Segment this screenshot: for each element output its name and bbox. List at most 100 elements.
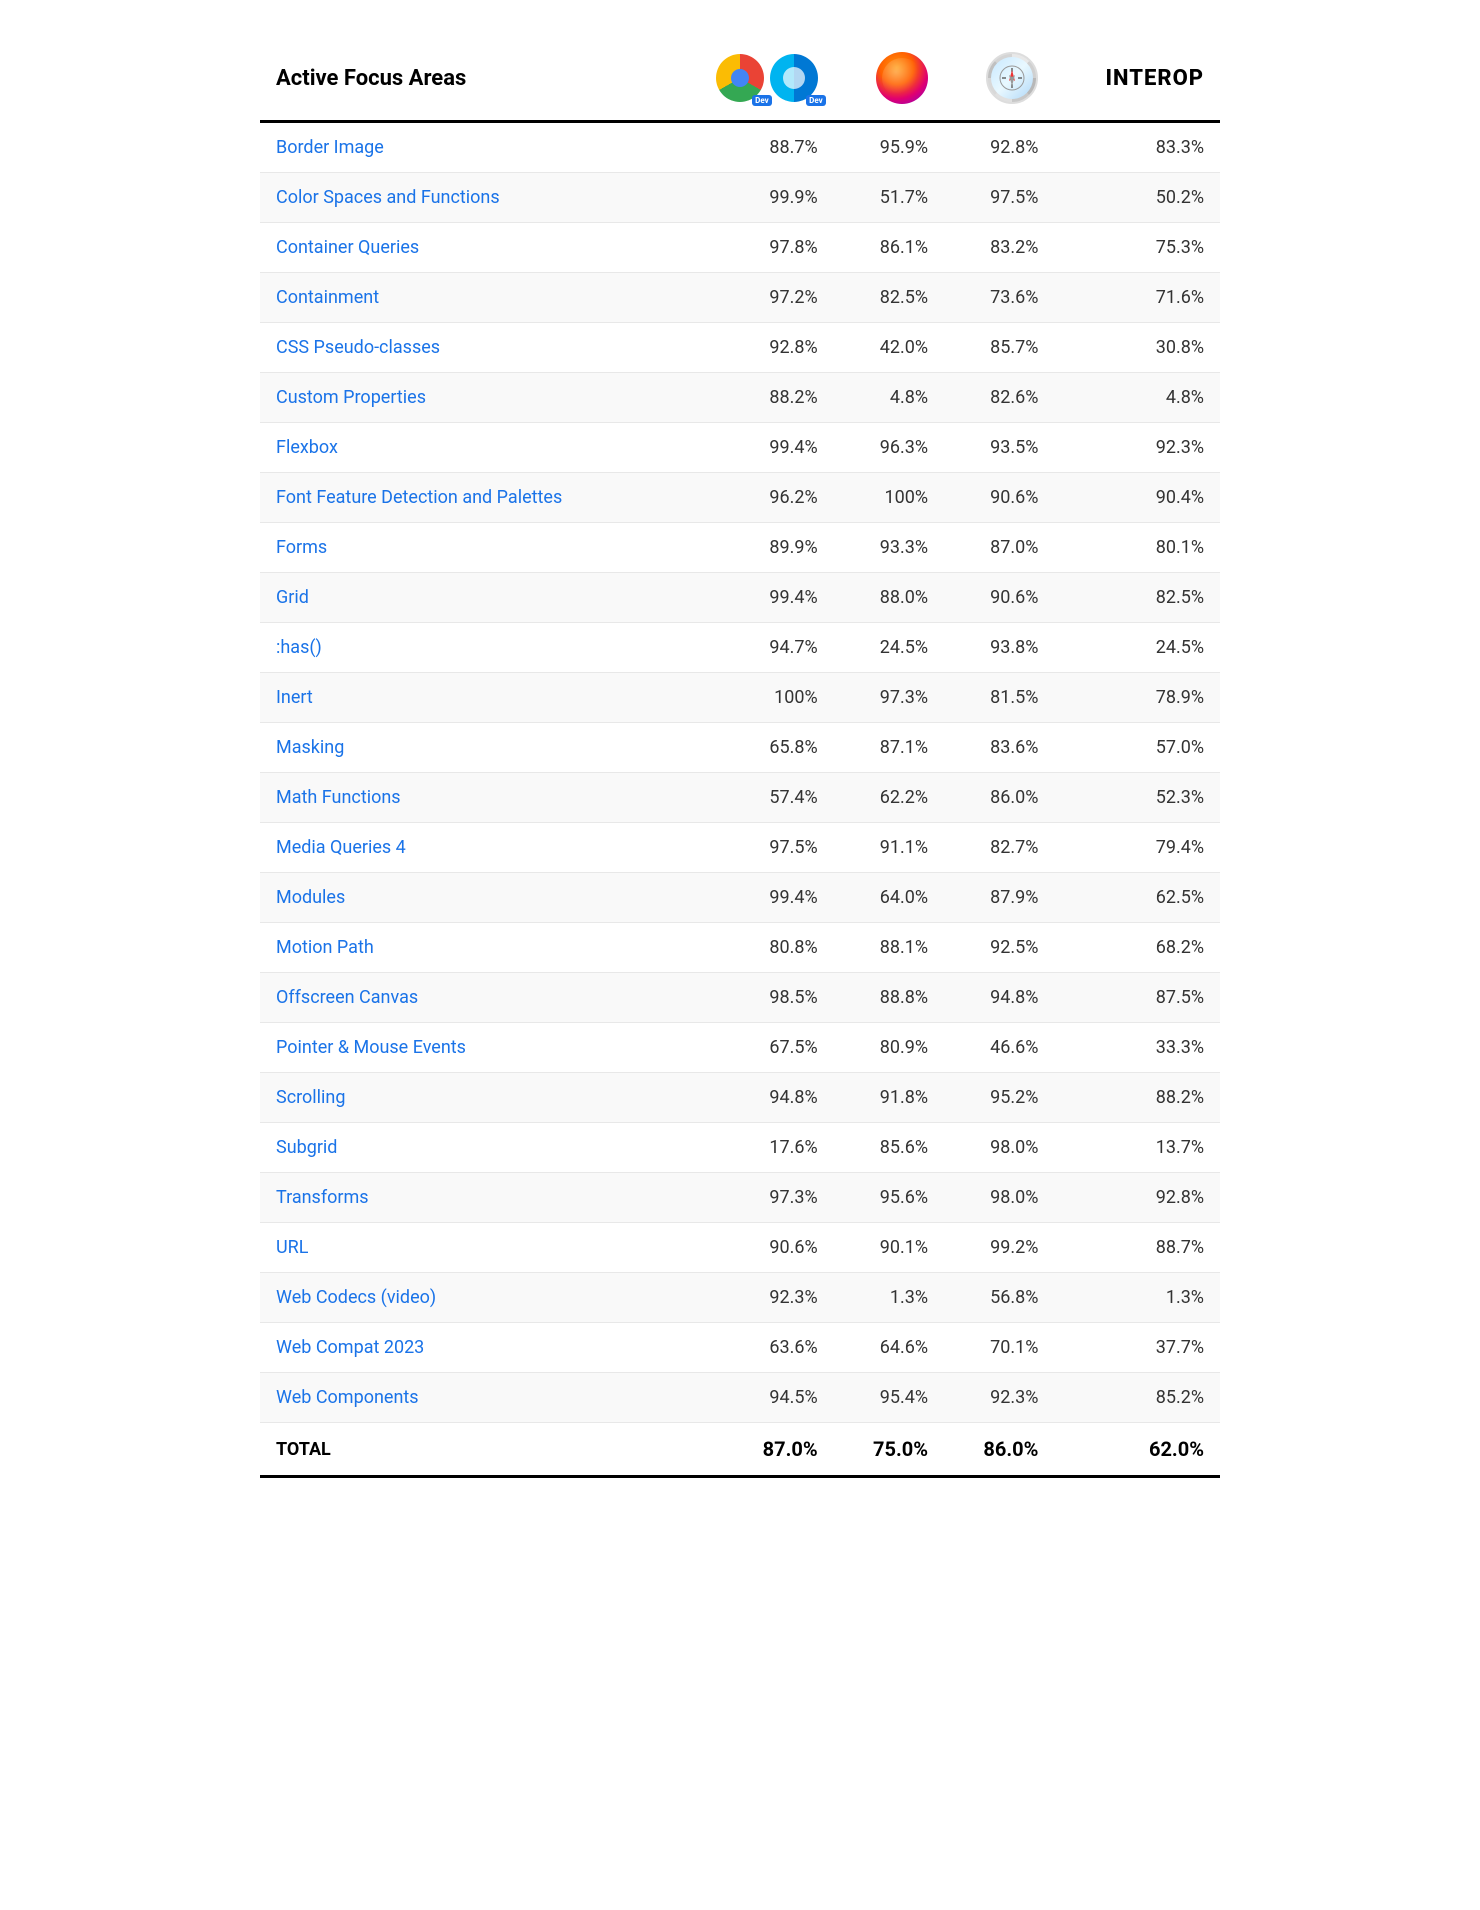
row-interop: 71.6% bbox=[1054, 273, 1220, 323]
table-body: Border Image88.7%95.9%92.8%83.3%Color Sp… bbox=[260, 122, 1220, 1477]
row-chrome: 99.4% bbox=[664, 423, 834, 473]
row-interop: 52.3% bbox=[1054, 773, 1220, 823]
row-name[interactable]: Containment bbox=[260, 273, 664, 323]
total-label: TOTAL bbox=[260, 1423, 664, 1477]
row-chrome: 65.8% bbox=[664, 723, 834, 773]
row-safari: 86.0% bbox=[944, 773, 1054, 823]
firefox-shine bbox=[882, 58, 922, 98]
row-name[interactable]: Font Feature Detection and Palettes bbox=[260, 473, 664, 523]
row-safari: 70.1% bbox=[944, 1323, 1054, 1373]
col-header-interop: INTEROP bbox=[1054, 40, 1220, 122]
chrome-dev-icon-wrapper: Dev bbox=[716, 54, 764, 102]
row-name[interactable]: Media Queries 4 bbox=[260, 823, 664, 873]
table-row: Flexbox99.4%96.3%93.5%92.3% bbox=[260, 423, 1220, 473]
row-interop: 62.5% bbox=[1054, 873, 1220, 923]
row-safari: 85.7% bbox=[944, 323, 1054, 373]
row-firefox: 88.0% bbox=[834, 573, 944, 623]
row-firefox: 64.6% bbox=[834, 1323, 944, 1373]
row-name[interactable]: Pointer & Mouse Events bbox=[260, 1023, 664, 1073]
row-interop: 92.8% bbox=[1054, 1173, 1220, 1223]
row-interop: 57.0% bbox=[1054, 723, 1220, 773]
row-name[interactable]: Container Queries bbox=[260, 223, 664, 273]
row-name[interactable]: Forms bbox=[260, 523, 664, 573]
row-safari: 92.8% bbox=[944, 122, 1054, 173]
table-row: Modules99.4%64.0%87.9%62.5% bbox=[260, 873, 1220, 923]
table-row: CSS Pseudo-classes92.8%42.0%85.7%30.8% bbox=[260, 323, 1220, 373]
row-name[interactable]: :has() bbox=[260, 623, 664, 673]
row-firefox: 91.1% bbox=[834, 823, 944, 873]
row-safari: 82.7% bbox=[944, 823, 1054, 873]
focus-areas-table: Active Focus Areas Dev Dev bbox=[260, 40, 1220, 1478]
row-name[interactable]: Border Image bbox=[260, 122, 664, 173]
row-name[interactable]: Web Components bbox=[260, 1373, 664, 1423]
col-header-chrome: Dev Dev bbox=[664, 40, 834, 122]
row-safari: 94.8% bbox=[944, 973, 1054, 1023]
row-name[interactable]: URL bbox=[260, 1223, 664, 1273]
dev-badge-2: Dev bbox=[806, 95, 826, 106]
row-name[interactable]: Masking bbox=[260, 723, 664, 773]
row-interop: 87.5% bbox=[1054, 973, 1220, 1023]
firefox-icon bbox=[876, 52, 928, 104]
row-chrome: 80.8% bbox=[664, 923, 834, 973]
table-row: Forms89.9%93.3%87.0%80.1% bbox=[260, 523, 1220, 573]
row-name[interactable]: Web Compat 2023 bbox=[260, 1323, 664, 1373]
row-interop: 13.7% bbox=[1054, 1123, 1220, 1173]
row-interop: 75.3% bbox=[1054, 223, 1220, 273]
total-interop: 62.0% bbox=[1054, 1423, 1220, 1477]
table-row: Media Queries 497.5%91.1%82.7%79.4% bbox=[260, 823, 1220, 873]
row-chrome: 92.8% bbox=[664, 323, 834, 373]
row-safari: 93.8% bbox=[944, 623, 1054, 673]
row-firefox: 1.3% bbox=[834, 1273, 944, 1323]
edge-inner bbox=[783, 67, 805, 89]
row-firefox: 85.6% bbox=[834, 1123, 944, 1173]
table-row: Custom Properties88.2%4.8%82.6%4.8% bbox=[260, 373, 1220, 423]
row-firefox: 88.8% bbox=[834, 973, 944, 1023]
row-name[interactable]: Motion Path bbox=[260, 923, 664, 973]
row-safari: 73.6% bbox=[944, 273, 1054, 323]
row-name[interactable]: Custom Properties bbox=[260, 373, 664, 423]
firefox-icon-wrapper bbox=[850, 52, 928, 104]
row-chrome: 99.4% bbox=[664, 873, 834, 923]
row-chrome: 94.7% bbox=[664, 623, 834, 673]
safari-icon-wrapper bbox=[960, 52, 1038, 104]
row-name[interactable]: Scrolling bbox=[260, 1073, 664, 1123]
row-chrome: 88.7% bbox=[664, 122, 834, 173]
col-header-name: Active Focus Areas bbox=[260, 40, 664, 122]
row-interop: 50.2% bbox=[1054, 173, 1220, 223]
row-name[interactable]: Color Spaces and Functions bbox=[260, 173, 664, 223]
row-firefox: 90.1% bbox=[834, 1223, 944, 1273]
row-interop: 88.2% bbox=[1054, 1073, 1220, 1123]
row-name[interactable]: Modules bbox=[260, 873, 664, 923]
row-name[interactable]: Web Codecs (video) bbox=[260, 1273, 664, 1323]
row-interop: 1.3% bbox=[1054, 1273, 1220, 1323]
table-row: :has()94.7%24.5%93.8%24.5% bbox=[260, 623, 1220, 673]
row-chrome: 67.5% bbox=[664, 1023, 834, 1073]
row-firefox: 82.5% bbox=[834, 273, 944, 323]
row-chrome: 92.3% bbox=[664, 1273, 834, 1323]
row-name[interactable]: Subgrid bbox=[260, 1123, 664, 1173]
row-name[interactable]: Offscreen Canvas bbox=[260, 973, 664, 1023]
table-row: Web Compat 202363.6%64.6%70.1%37.7% bbox=[260, 1323, 1220, 1373]
row-safari: 83.6% bbox=[944, 723, 1054, 773]
row-interop: 85.2% bbox=[1054, 1373, 1220, 1423]
row-name[interactable]: Transforms bbox=[260, 1173, 664, 1223]
total-chrome: 87.0% bbox=[664, 1423, 834, 1477]
row-safari: 99.2% bbox=[944, 1223, 1054, 1273]
row-firefox: 64.0% bbox=[834, 873, 944, 923]
row-name[interactable]: Flexbox bbox=[260, 423, 664, 473]
row-interop: 92.3% bbox=[1054, 423, 1220, 473]
row-name[interactable]: Math Functions bbox=[260, 773, 664, 823]
row-firefox: 80.9% bbox=[834, 1023, 944, 1073]
row-firefox: 87.1% bbox=[834, 723, 944, 773]
row-safari: 98.0% bbox=[944, 1173, 1054, 1223]
total-safari: 86.0% bbox=[944, 1423, 1054, 1477]
row-chrome: 94.8% bbox=[664, 1073, 834, 1123]
row-name[interactable]: Inert bbox=[260, 673, 664, 723]
row-safari: 83.2% bbox=[944, 223, 1054, 273]
main-container: Active Focus Areas Dev Dev bbox=[260, 40, 1220, 1478]
row-name[interactable]: Grid bbox=[260, 573, 664, 623]
row-name[interactable]: CSS Pseudo-classes bbox=[260, 323, 664, 373]
row-safari: 46.6% bbox=[944, 1023, 1054, 1073]
row-firefox: 96.3% bbox=[834, 423, 944, 473]
row-chrome: 97.2% bbox=[664, 273, 834, 323]
